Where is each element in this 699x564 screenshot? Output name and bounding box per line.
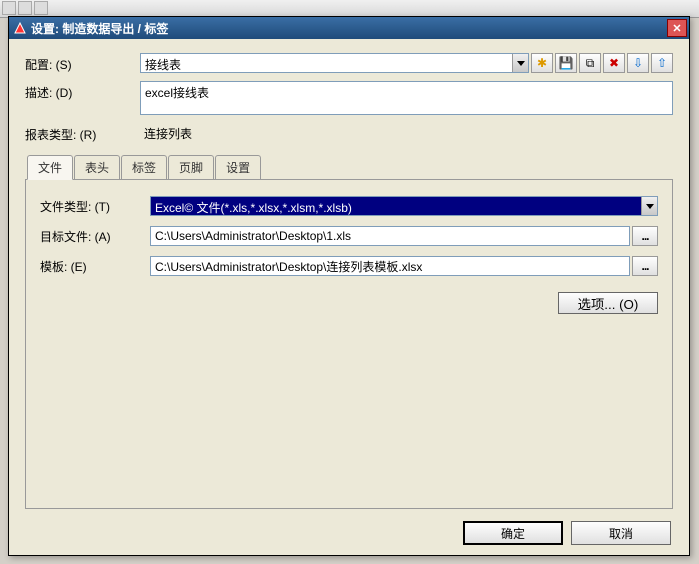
- description-input[interactable]: [140, 81, 673, 115]
- report-type-label: 报表类型: (R): [25, 123, 140, 143]
- close-icon: ✕: [672, 22, 681, 35]
- import-config-button[interactable]: ⇩: [627, 53, 649, 73]
- close-button[interactable]: ✕: [667, 19, 687, 37]
- config-value: 接线表: [141, 54, 512, 72]
- ok-button[interactable]: 确定: [463, 521, 563, 545]
- app-icon: [13, 21, 27, 35]
- tab-file[interactable]: 文件: [27, 155, 73, 180]
- template-browse-button[interactable]: ...: [632, 256, 658, 276]
- config-combo[interactable]: 接线表: [140, 53, 529, 73]
- chevron-down-icon[interactable]: [641, 197, 657, 215]
- save-icon: 💾: [559, 56, 574, 70]
- options-button[interactable]: 选项... (O): [558, 292, 658, 314]
- dialog-title: 设置: 制造数据导出 / 标签: [31, 20, 667, 37]
- filetype-label: 文件类型: (T): [40, 198, 150, 215]
- copy-icon: ⧉: [586, 56, 595, 71]
- settings-dialog: 设置: 制造数据导出 / 标签 ✕ 配置: (S) 接线表 ✱ 💾 ⧉ ✖ ⇩ …: [8, 16, 690, 556]
- target-file-input[interactable]: [150, 226, 630, 246]
- cancel-button[interactable]: 取消: [571, 521, 671, 545]
- template-input[interactable]: [150, 256, 630, 276]
- tab-header[interactable]: 表头: [74, 155, 120, 180]
- config-label: 配置: (S): [25, 53, 140, 73]
- template-label: 模板: (E): [40, 258, 150, 275]
- tab-footer[interactable]: 页脚: [168, 155, 214, 180]
- filetype-value: Excel© 文件(*.xls,*.xlsx,*.xlsm,*.xlsb): [151, 197, 641, 215]
- new-config-button[interactable]: ✱: [531, 53, 553, 73]
- tab-label[interactable]: 标签: [121, 155, 167, 180]
- export-config-button[interactable]: ⇧: [651, 53, 673, 73]
- filetype-select[interactable]: Excel© 文件(*.xls,*.xlsx,*.xlsm,*.xlsb): [150, 196, 658, 216]
- target-file-label: 目标文件: (A): [40, 228, 150, 245]
- titlebar: 设置: 制造数据导出 / 标签 ✕: [9, 17, 689, 39]
- chevron-down-icon[interactable]: [512, 54, 528, 72]
- target-browse-button[interactable]: ...: [632, 226, 658, 246]
- delete-icon: ✖: [609, 56, 619, 70]
- description-label: 描述: (D): [25, 81, 140, 101]
- export-icon: ⇧: [657, 56, 667, 70]
- tabpanel-file: 文件类型: (T) Excel© 文件(*.xls,*.xlsx,*.xlsm,…: [25, 179, 673, 509]
- report-type-value: 连接列表: [140, 123, 673, 144]
- import-icon: ⇩: [633, 56, 643, 70]
- delete-config-button[interactable]: ✖: [603, 53, 625, 73]
- tab-settings[interactable]: 设置: [215, 155, 261, 180]
- save-config-button[interactable]: 💾: [555, 53, 577, 73]
- new-icon: ✱: [537, 56, 547, 70]
- copy-config-button[interactable]: ⧉: [579, 53, 601, 73]
- tabstrip: 文件 表头 标签 页脚 设置: [27, 155, 673, 180]
